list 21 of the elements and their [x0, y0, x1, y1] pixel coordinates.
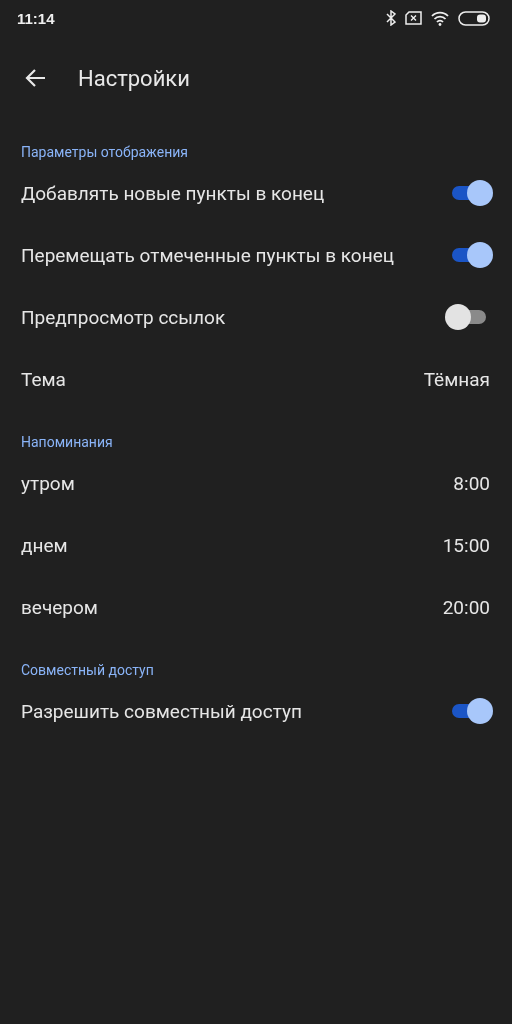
setting-value: 15:00 [442, 533, 490, 557]
setting-label: Перемещать отмеченные пункты в конец [21, 243, 395, 267]
setting-label: Предпросмотр ссылок [21, 305, 227, 329]
setting-value: Тёмная [423, 367, 490, 391]
section-header: Совместный доступ [21, 661, 154, 680]
setting-label: Разрешить совместный доступ [21, 699, 303, 723]
setting-label: вечером [21, 595, 99, 619]
bluetooth-icon [386, 10, 396, 26]
setting-label: Добавлять новые пункты в конец [21, 181, 326, 205]
setting-label: днем [21, 533, 69, 557]
setting-value: 20:00 [442, 595, 490, 619]
battery-icon [458, 10, 490, 26]
sim-card-icon [405, 11, 422, 25]
status-time: 11:14 [17, 9, 56, 27]
setting-value: 8:00 [453, 471, 490, 495]
section-header: Напоминания [21, 433, 113, 452]
section-header: Параметры отображения [21, 143, 188, 162]
setting-label: утром [21, 471, 76, 495]
wifi-icon [431, 10, 449, 26]
screen-title: Настройки [78, 65, 190, 91]
setting-label: Тема [21, 367, 67, 391]
